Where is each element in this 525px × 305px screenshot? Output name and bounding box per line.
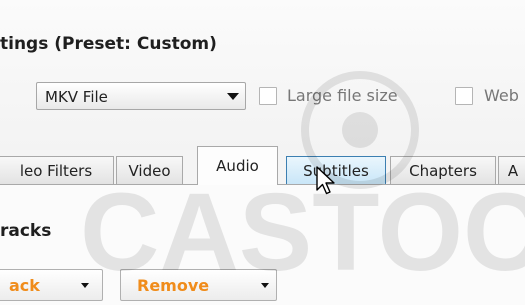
add-track-label: ack (9, 276, 40, 295)
watermark-logo: CASTOCE (80, 71, 525, 294)
tab-audio[interactable]: Audio (197, 146, 278, 185)
tab-label: Audio (216, 157, 259, 175)
settings-title: tings (Preset: Custom) (0, 34, 217, 54)
svg-text:CASTOCE: CASTOCE (80, 171, 525, 294)
arrow-cursor-icon (316, 166, 335, 195)
